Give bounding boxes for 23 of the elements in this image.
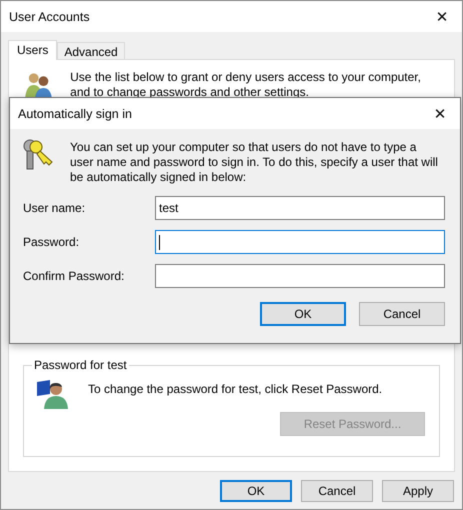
dialog-description: You can set up your computer so that users do not have to type a user name and password to sign in. To do this, specify a user that will be automatically signed in below: <box>70 140 439 185</box>
tab[interactable]: Advanced <box>57 42 125 59</box>
window-title: User Accounts <box>9 10 90 24</box>
user-computer-icon <box>36 378 70 410</box>
input-field[interactable] <box>155 230 445 254</box>
close-button[interactable]: ✕ <box>420 98 460 128</box>
dialog-button[interactable]: Cancel <box>301 480 373 502</box>
dialog-title: Automatically sign in <box>18 106 132 120</box>
field-label: User name: <box>22 201 86 215</box>
field-label: Confirm Password: <box>22 269 126 283</box>
dialog-button[interactable]: OK <box>260 302 346 326</box>
field-label: Password: <box>22 235 80 249</box>
close-button[interactable]: ✕ <box>422 2 462 32</box>
password-hint: To change the password for test, click Reset Password. <box>88 382 382 396</box>
tab[interactable]: Users <box>8 40 58 60</box>
group-title: Password for test <box>32 358 129 372</box>
dialog-button[interactable]: Apply <box>382 480 454 502</box>
dialog-button[interactable]: Cancel <box>359 302 445 326</box>
input-field[interactable]: test <box>155 196 445 220</box>
intro-text: Use the list below to grant or deny users access to your computer, and to change passwords and other settings. <box>70 70 422 101</box>
input-field[interactable] <box>155 264 445 288</box>
dialog-button[interactable]: OK <box>220 480 292 502</box>
keys-icon <box>22 137 54 171</box>
